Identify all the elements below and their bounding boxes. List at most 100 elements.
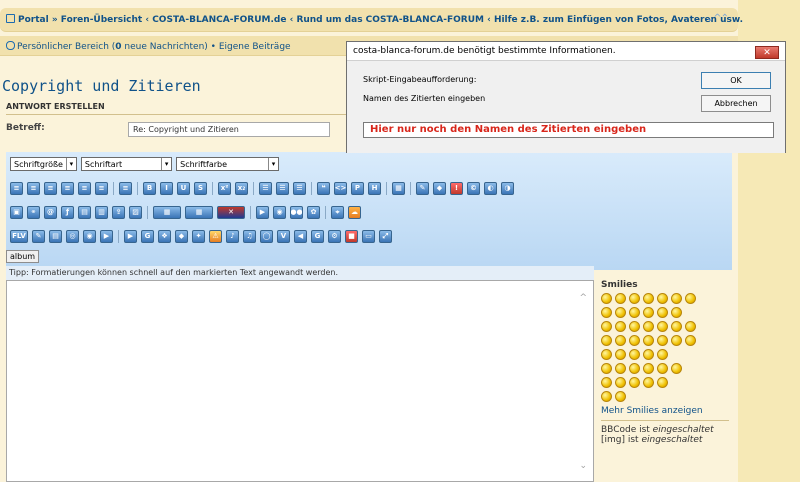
gametrailers-icon[interactable]: G bbox=[311, 229, 324, 243]
copyright-icon[interactable]: © bbox=[467, 181, 480, 195]
smiley-icon[interactable] bbox=[643, 363, 654, 374]
video-icon[interactable]: ▶ bbox=[256, 205, 269, 219]
music-icon[interactable]: ♪ bbox=[226, 229, 239, 243]
smiley-icon[interactable] bbox=[629, 377, 640, 388]
html-icon[interactable]: H bbox=[368, 181, 381, 195]
smiley-icon[interactable] bbox=[615, 321, 626, 332]
google-video-icon[interactable]: G bbox=[141, 229, 154, 243]
smiley-icon[interactable] bbox=[601, 391, 612, 402]
smiley-icon[interactable] bbox=[615, 307, 626, 318]
cancel-button[interactable]: Abbrechen bbox=[701, 95, 771, 112]
smiley-icon[interactable] bbox=[643, 293, 654, 304]
radio-icon[interactable]: ◯ bbox=[260, 229, 273, 243]
superscript-icon[interactable]: x² bbox=[218, 181, 231, 195]
smiley-icon[interactable] bbox=[671, 293, 682, 304]
smiley-icon[interactable] bbox=[601, 307, 612, 318]
album-button[interactable]: album bbox=[6, 250, 40, 263]
smiley-icon[interactable] bbox=[671, 363, 682, 374]
more-smilies-link[interactable]: Mehr Smilies anzeigen bbox=[601, 406, 735, 416]
ok-button[interactable]: OK bbox=[701, 72, 771, 89]
screen-icon[interactable]: ▭ bbox=[362, 229, 375, 243]
smiley-icon[interactable] bbox=[629, 321, 640, 332]
align-center-icon[interactable]: ≡ bbox=[27, 181, 40, 195]
smiley-icon[interactable] bbox=[671, 307, 682, 318]
smiley-icon[interactable] bbox=[643, 377, 654, 388]
indent-icon[interactable]: ≡ bbox=[78, 181, 91, 195]
image-icon[interactable]: ▣ bbox=[10, 205, 23, 219]
smiley-icon[interactable] bbox=[657, 349, 668, 360]
subject-input[interactable]: Re: Copyright und Zitieren bbox=[128, 122, 330, 137]
play-icon[interactable]: ▶ bbox=[100, 229, 113, 243]
smiley-icon[interactable] bbox=[643, 349, 654, 360]
flag-icon[interactable]: ✕ bbox=[217, 205, 245, 219]
gallery-icon[interactable]: ▤ bbox=[78, 205, 91, 219]
font-family-select[interactable]: Schriftart ▾ bbox=[80, 157, 173, 171]
list-icon[interactable]: ☰ bbox=[259, 181, 272, 195]
smiley-icon[interactable] bbox=[685, 321, 696, 332]
warning-icon[interactable]: ! bbox=[450, 181, 463, 195]
smiley-icon[interactable] bbox=[671, 335, 682, 346]
photo-icon[interactable]: ▨ bbox=[129, 205, 142, 219]
list-item-icon[interactable]: ☰ bbox=[293, 181, 306, 195]
spoiler-icon[interactable]: ◐ bbox=[484, 181, 497, 195]
thumbnail-icon[interactable]: ▥ bbox=[95, 205, 108, 219]
smiley-icon[interactable] bbox=[657, 335, 668, 346]
smiley-icon[interactable] bbox=[601, 363, 612, 374]
veoh-icon[interactable]: ◀ bbox=[294, 229, 307, 243]
italic-icon[interactable]: I bbox=[160, 181, 173, 195]
resize-icon[interactable]: ⤢ bbox=[379, 229, 392, 243]
smiley-icon[interactable] bbox=[601, 349, 612, 360]
upload-icon[interactable]: ⇪ bbox=[112, 205, 125, 219]
smiley-icon[interactable] bbox=[685, 335, 696, 346]
alert-icon[interactable]: ⚠ bbox=[209, 229, 222, 243]
smiley-icon[interactable] bbox=[601, 377, 612, 388]
dialog-input[interactable]: Hier nur noch den Namen des Zitierten ei… bbox=[363, 122, 774, 138]
smiley-icon[interactable] bbox=[601, 335, 612, 346]
flash-icon[interactable]: ƒ bbox=[61, 205, 74, 219]
flickr-icon[interactable]: ●● bbox=[290, 205, 303, 219]
edit-media-icon[interactable]: ✎ bbox=[32, 229, 45, 243]
breadcrumb-portal[interactable]: Portal bbox=[18, 15, 49, 25]
strikethrough-icon[interactable]: S bbox=[194, 181, 207, 195]
php-icon[interactable]: P bbox=[351, 181, 364, 195]
smiley-icon[interactable] bbox=[657, 293, 668, 304]
edit-icon[interactable]: ✎ bbox=[416, 181, 429, 195]
webcam-icon[interactable]: ◉ bbox=[273, 205, 286, 219]
smiley-icon[interactable] bbox=[615, 335, 626, 346]
sound-icon[interactable]: ♫ bbox=[243, 229, 256, 243]
smiley-icon[interactable] bbox=[657, 377, 668, 388]
smiley-icon[interactable] bbox=[657, 363, 668, 374]
line-icon[interactable]: ≡ bbox=[119, 181, 132, 195]
smiley-icon[interactable] bbox=[657, 321, 668, 332]
personal-area-link[interactable]: Persönlicher Bereich (0 neue Nachrichten… bbox=[17, 42, 208, 52]
ordered-list-icon[interactable]: ☰ bbox=[276, 181, 289, 195]
smiley-icon[interactable] bbox=[629, 307, 640, 318]
stop-icon[interactable]: ■ bbox=[345, 229, 358, 243]
breadcrumb-forum-overview[interactable]: Foren-Übersicht bbox=[61, 15, 142, 25]
table-icon[interactable]: ▦ bbox=[392, 181, 405, 195]
subscript-icon[interactable]: x₂ bbox=[235, 181, 248, 195]
smiley-icon[interactable] bbox=[685, 293, 696, 304]
smiley-icon[interactable] bbox=[629, 349, 640, 360]
cloud-icon[interactable]: ☁ bbox=[348, 205, 361, 219]
breadcrumb-costa-blanca[interactable]: COSTA-BLANCA-FORUM.de bbox=[152, 15, 286, 25]
align-left-icon[interactable]: ≡ bbox=[10, 181, 23, 195]
smiley-icon[interactable] bbox=[615, 391, 626, 402]
font-color-select[interactable]: Schriftfarbe ▾ bbox=[176, 157, 280, 171]
message-textarea[interactable]: ^ ⌄ bbox=[6, 280, 594, 482]
smiley-icon[interactable] bbox=[601, 293, 612, 304]
album-list-icon[interactable]: ▦ bbox=[185, 205, 213, 219]
smiley-icon[interactable] bbox=[629, 335, 640, 346]
smiley-icon[interactable] bbox=[615, 377, 626, 388]
breadcrumb-rund-um[interactable]: Rund um das COSTA-BLANCA-FORUM bbox=[296, 15, 484, 25]
smiley-icon[interactable] bbox=[601, 321, 612, 332]
smiley-icon[interactable] bbox=[615, 293, 626, 304]
smiley-icon[interactable] bbox=[629, 363, 640, 374]
smiley-icon[interactable] bbox=[643, 307, 654, 318]
media-player-icon[interactable]: ◉ bbox=[83, 229, 96, 243]
smiley-icon[interactable] bbox=[657, 307, 668, 318]
bold-icon[interactable]: B bbox=[143, 181, 156, 195]
smiley-icon[interactable] bbox=[615, 363, 626, 374]
ign-icon[interactable]: ⚙ bbox=[328, 229, 341, 243]
code-icon[interactable]: <> bbox=[334, 181, 347, 195]
